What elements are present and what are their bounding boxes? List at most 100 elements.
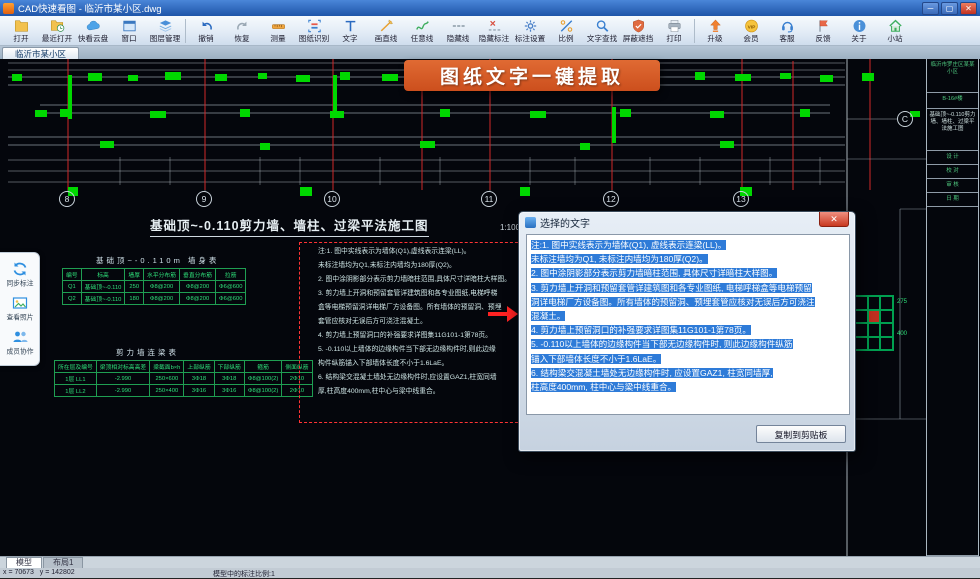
titleblock-field: 审 核 (927, 179, 978, 193)
table-row: Q1基础顶~-0.110250Φ8@200Φ8@200Φ6@600 (63, 281, 246, 293)
toolbar-marksetting-button[interactable]: 标注设置 (512, 17, 548, 45)
toolbar-layers-button[interactable]: 图层管理 (147, 17, 183, 45)
side-panel-photo-button[interactable]: 查看照片 (0, 292, 39, 326)
coord-x: x = 70673 (3, 569, 34, 576)
toolbar-button-label: 快看云盘 (78, 34, 108, 43)
toolbar-separator (694, 19, 695, 43)
selected-text-content[interactable]: 注:1. 图中实线表示为墙体(Q1), 虚线表示连梁(LL)。未标注墙均为Q1,… (526, 234, 850, 415)
toolbar-button-label: 最近打开 (42, 34, 72, 43)
maximize-button[interactable]: ▢ (941, 2, 958, 15)
toolbar-service-button[interactable]: 客服 (769, 17, 805, 45)
titleblock-project: 临沂市罗庄区某某小区 (927, 59, 978, 93)
model-tab[interactable]: 模型 (6, 557, 42, 568)
table-header: 梁顶相对标高高差 (96, 361, 149, 373)
toolbar-hideline-button[interactable]: 隐藏线 (440, 17, 476, 45)
detail-table-cell (868, 323, 881, 337)
vip-icon: VIP (744, 19, 759, 34)
text-selection-box (299, 242, 533, 423)
toolbar-button-label: 隐藏标注 (479, 34, 509, 43)
toolbar-station-button[interactable]: 小站 (877, 17, 913, 45)
toolbar-button-label: 隐藏线 (447, 34, 470, 43)
toolbar-scale-button[interactable]: 比例 (548, 17, 584, 45)
status-bar: x = 70673 y = 142802 模型中的标注比例:1 (0, 568, 980, 578)
detail-table-cell (880, 296, 893, 310)
toolbar-freeline-button[interactable]: 任意线 (404, 17, 440, 45)
toolbar-vip-button[interactable]: VIP会员 (733, 17, 769, 45)
selected-text-line: 2. 图中涂阴影部分表示剪力墙暗柱范围, 具体尺寸详暗柱大样图。 (531, 268, 777, 278)
toolbar-cloud-button[interactable]: 快看云盘 (75, 17, 111, 45)
side-panel-label: 同步标注 (6, 279, 33, 289)
highlighted-column (720, 141, 734, 148)
highlighted-column (258, 73, 267, 79)
side-tool-panel: 同步标注查看照片成员协作 (0, 252, 40, 366)
highlighted-column (215, 74, 227, 81)
detail-table-cell (880, 310, 893, 324)
hidemark-icon (487, 19, 502, 34)
upgrade-icon (708, 19, 723, 34)
window-controls: ─ ▢ ✕ (922, 2, 977, 15)
table-header: 拉筋 (216, 269, 246, 281)
detail-table-cell (855, 337, 868, 351)
dialog-close-button[interactable]: ✕ (819, 212, 849, 227)
highlighted-column (12, 74, 22, 81)
layers-icon (158, 19, 173, 34)
selected-text-line: 锚入下部墙体长度不小于1.6LaE。 (531, 354, 661, 364)
toolbar-button-label: 打印 (666, 34, 681, 43)
titleblock-field: 校 对 (927, 165, 978, 179)
toolbar-hidemark-button[interactable]: 隐藏标注 (476, 17, 512, 45)
table-header: 垂直分布筋 (180, 269, 216, 281)
toolbar-about-button[interactable]: 关于 (841, 17, 877, 45)
table-header: 下部纵筋 (214, 361, 244, 373)
toolbar-measure-button[interactable]: 测量 (260, 17, 296, 45)
table-cell: 基础顶~-0.110 (81, 293, 125, 305)
window-icon (122, 19, 137, 34)
detail-table (854, 295, 894, 351)
titlebar: CAD快速看图 - 临沂市某小区.dwg ─ ▢ ✕ (0, 0, 980, 16)
toolbar-button-label: 屏蔽遮挡 (623, 34, 653, 43)
copy-to-clipboard-button[interactable]: 复制到剪贴板 (756, 425, 846, 443)
table-cell: -2.990 (96, 373, 149, 385)
toolbar-text-button[interactable]: 文字 (332, 17, 368, 45)
dialog-titlebar[interactable]: 选择的文字 (519, 212, 855, 232)
grid-bubble-12: 12 (603, 191, 619, 207)
selected-text-line: 4. 剪力墙上预留洞口的补强要求详图集11G101-1第78页。 (531, 325, 751, 335)
toolbar-print-button[interactable]: 打印 (656, 17, 692, 45)
layout-tab[interactable]: 布局1 (43, 557, 83, 568)
highlighted-column (710, 111, 724, 118)
table-cell: Φ8@200 (144, 281, 180, 293)
toolbar-feedback-button[interactable]: 反馈 (805, 17, 841, 45)
toolbar-redo-button[interactable]: 恢复 (224, 17, 260, 45)
station-icon (888, 19, 903, 34)
toolbar-shield-button[interactable]: 屏蔽遮挡 (620, 17, 656, 45)
grid-bubble-8: 8 (59, 191, 75, 207)
table-header: 墙厚 (125, 269, 144, 281)
table-header: 水平分布筋 (144, 269, 180, 281)
cursor-coordinates: x = 70673 y = 142802 (3, 569, 75, 576)
minimize-button[interactable]: ─ (922, 2, 939, 15)
detail-dim: 400 (897, 331, 907, 337)
toolbar-window-button[interactable]: 窗口 (111, 17, 147, 45)
toolbar-recognize-button[interactable]: 图纸识别 (296, 17, 332, 45)
toolbar-search-button[interactable]: 文字查找 (584, 17, 620, 45)
highlighted-column (620, 109, 631, 117)
toolbar-upgrade-button[interactable]: 升级 (697, 17, 733, 45)
table-cell: 3Φ18 (214, 373, 244, 385)
highlighted-column (382, 74, 398, 81)
table-cell: 1层 LL1 (55, 373, 97, 385)
toolbar-line-button[interactable]: 画直线 (368, 17, 404, 45)
drawing-tab[interactable]: 临沂市某小区 (2, 47, 79, 59)
side-panel-sync-button[interactable]: 同步标注 (0, 258, 39, 292)
table-cell: 180 (125, 293, 144, 305)
detail-table-cell (880, 337, 893, 351)
toolbar-button-label: 标注设置 (515, 34, 545, 43)
toolbar-recent-button[interactable]: 最近打开 (39, 17, 75, 45)
side-panel-collab-button[interactable]: 成员协作 (0, 326, 39, 360)
main-toolbar: 打开最近打开快看云盘窗口图层管理撤销恢复测量图纸识别文字画直线任意线隐藏线隐藏标… (0, 16, 980, 46)
highlighted-column (820, 75, 833, 82)
close-button[interactable]: ✕ (960, 2, 977, 15)
toolbar-undo-button[interactable]: 撤销 (188, 17, 224, 45)
table-cell: 1层 LL2 (55, 385, 97, 397)
side-panel-label: 成员协作 (6, 347, 33, 357)
highlighted-column (240, 109, 250, 117)
toolbar-open-button[interactable]: 打开 (3, 17, 39, 45)
